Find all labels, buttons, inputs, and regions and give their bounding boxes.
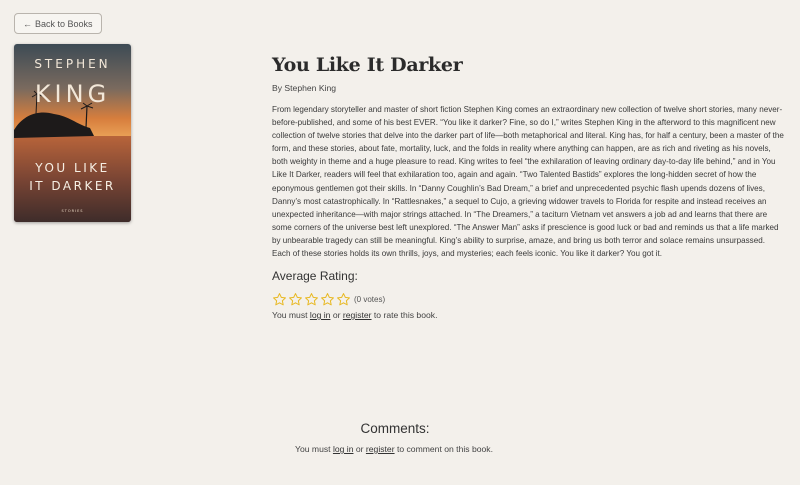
- star-icon[interactable]: [320, 292, 335, 307]
- back-to-books-button[interactable]: ← Back to Books: [14, 13, 102, 34]
- arrow-left-icon: ←: [23, 18, 32, 29]
- comment-login-note: You must log in or register to comment o…: [0, 444, 788, 454]
- cover-title-line1: YOU LIKE: [34, 161, 109, 175]
- book-description: From legendary storyteller and master of…: [272, 105, 784, 259]
- cover-subtitle: STORIES: [61, 209, 83, 213]
- rate-register-link[interactable]: register: [343, 310, 372, 320]
- comment-login-link[interactable]: log in: [333, 444, 354, 454]
- comment-note-prefix: You must: [295, 444, 333, 454]
- rate-note-prefix: You must: [272, 310, 310, 321]
- book-author: By Stephen King: [272, 83, 337, 93]
- rate-note-suffix: to rate this book.: [371, 310, 438, 321]
- star-icon[interactable]: [336, 292, 351, 307]
- vote-count: (0 votes): [354, 294, 386, 304]
- back-button-label: Back to Books: [35, 18, 93, 29]
- book-title: You Like It Darker: [272, 54, 463, 76]
- star-rating: (0 votes): [272, 291, 784, 307]
- cover-title-line2: IT DARKER: [29, 179, 116, 193]
- star-icon[interactable]: [304, 292, 319, 307]
- book-details: You Like It Darker By Stephen King From …: [272, 52, 784, 320]
- rate-note-or: or: [330, 310, 343, 321]
- comment-note-or: or: [353, 444, 366, 454]
- average-rating-heading: Average Rating:: [272, 269, 358, 284]
- cover-author-top: STEPHEN: [34, 57, 110, 71]
- comment-register-link[interactable]: register: [366, 444, 395, 454]
- comments-heading: Comments:: [360, 421, 430, 436]
- star-icon[interactable]: [288, 292, 303, 307]
- book-cover: STEPHEN KING YOU LIKE IT DARKER STORIES: [14, 44, 131, 222]
- star-icon[interactable]: [272, 292, 287, 307]
- rate-login-link[interactable]: log in: [310, 310, 331, 320]
- comment-note-suffix: to comment on this book.: [394, 444, 493, 454]
- cover-author-bottom: KING: [35, 80, 110, 108]
- rate-login-note: You must log in or register to rate this…: [272, 310, 784, 320]
